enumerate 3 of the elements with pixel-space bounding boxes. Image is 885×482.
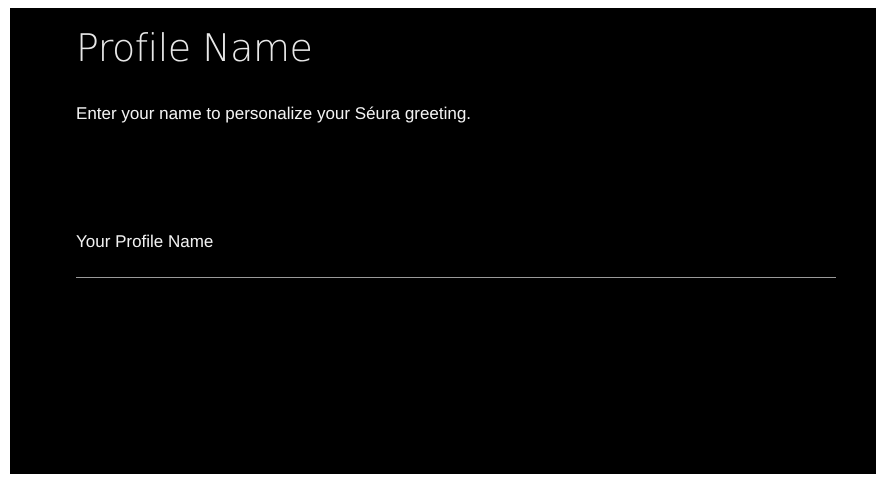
page-title: Profile Name xyxy=(76,26,312,70)
name-input-field[interactable]: Your Profile Name xyxy=(76,232,836,278)
description-text: Enter your name to personalize your Séura greeting. xyxy=(76,104,472,124)
